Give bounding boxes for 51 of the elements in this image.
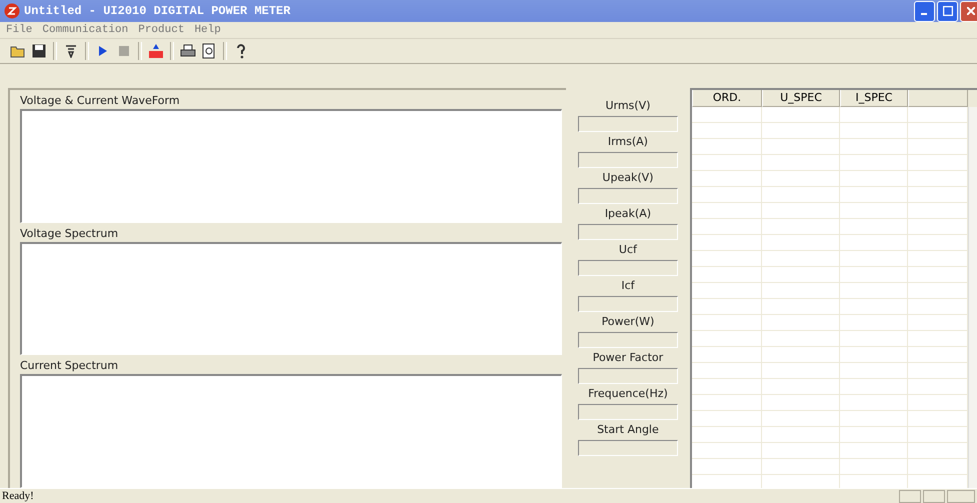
reading-label: Ipeak(A) — [604, 206, 652, 222]
reading-label: Power Factor — [592, 350, 664, 366]
reading-label: Upeak(V) — [602, 170, 654, 186]
plot-title: Voltage & Current WaveForm — [20, 93, 181, 109]
plot-title: Voltage Spectrum — [20, 226, 120, 242]
reading-label: Power(W) — [602, 314, 654, 330]
reading-label: Urms(V) — [605, 98, 650, 114]
close-button[interactable] — [960, 0, 977, 22]
app-logo-icon — [4, 3, 20, 19]
reading-label: Frequence(Hz) — [588, 386, 668, 402]
status-text: Ready! — [2, 490, 34, 502]
menu-item[interactable]: File — [6, 24, 32, 36]
play-icon — [98, 45, 108, 57]
reading-field[interactable] — [578, 224, 678, 240]
chart-marker-icon — [148, 43, 164, 59]
reading-field[interactable] — [578, 440, 678, 456]
reading-field[interactable] — [578, 404, 678, 420]
reading-field[interactable] — [578, 152, 678, 168]
close-icon — [966, 7, 974, 15]
status-pane — [899, 490, 921, 502]
reading-label: Icf — [621, 278, 634, 294]
menu-item[interactable]: Product — [138, 24, 184, 36]
reading-field[interactable] — [578, 260, 678, 276]
column-header[interactable]: ORD. — [692, 90, 762, 107]
column-header[interactable] — [908, 90, 968, 107]
maximize-icon — [942, 6, 952, 16]
stop-icon — [119, 46, 129, 56]
reading-field[interactable] — [578, 332, 678, 348]
maximize-button[interactable] — [937, 0, 958, 22]
help-icon — [236, 43, 246, 59]
folder-icon — [10, 44, 26, 58]
reading-field[interactable] — [578, 116, 678, 132]
reading-label: Irms(A) — [608, 134, 648, 150]
print-preview-icon — [202, 43, 216, 59]
plot-title: Current Spectrum — [20, 358, 120, 374]
status-pane — [947, 490, 975, 502]
reading-field[interactable] — [578, 188, 678, 204]
reading-label: Ucf — [618, 242, 637, 258]
reading-field[interactable] — [578, 368, 678, 384]
reading-label: Start Angle — [597, 422, 659, 438]
window-title: Untitled - UI2010 DIGITAL POWER METER — [24, 4, 290, 18]
column-header[interactable]: U_SPEC — [762, 90, 840, 107]
minimize-button[interactable] — [914, 0, 935, 22]
column-header[interactable]: I_SPEC — [840, 90, 908, 107]
menu-item[interactable]: Communication — [42, 24, 128, 36]
printer-icon — [180, 44, 196, 58]
status-pane — [923, 490, 945, 502]
scrollbar[interactable] — [968, 107, 977, 488]
funnel-icon — [65, 44, 77, 58]
reading-field[interactable] — [578, 296, 678, 312]
menu-item[interactable]: Help — [194, 24, 221, 36]
